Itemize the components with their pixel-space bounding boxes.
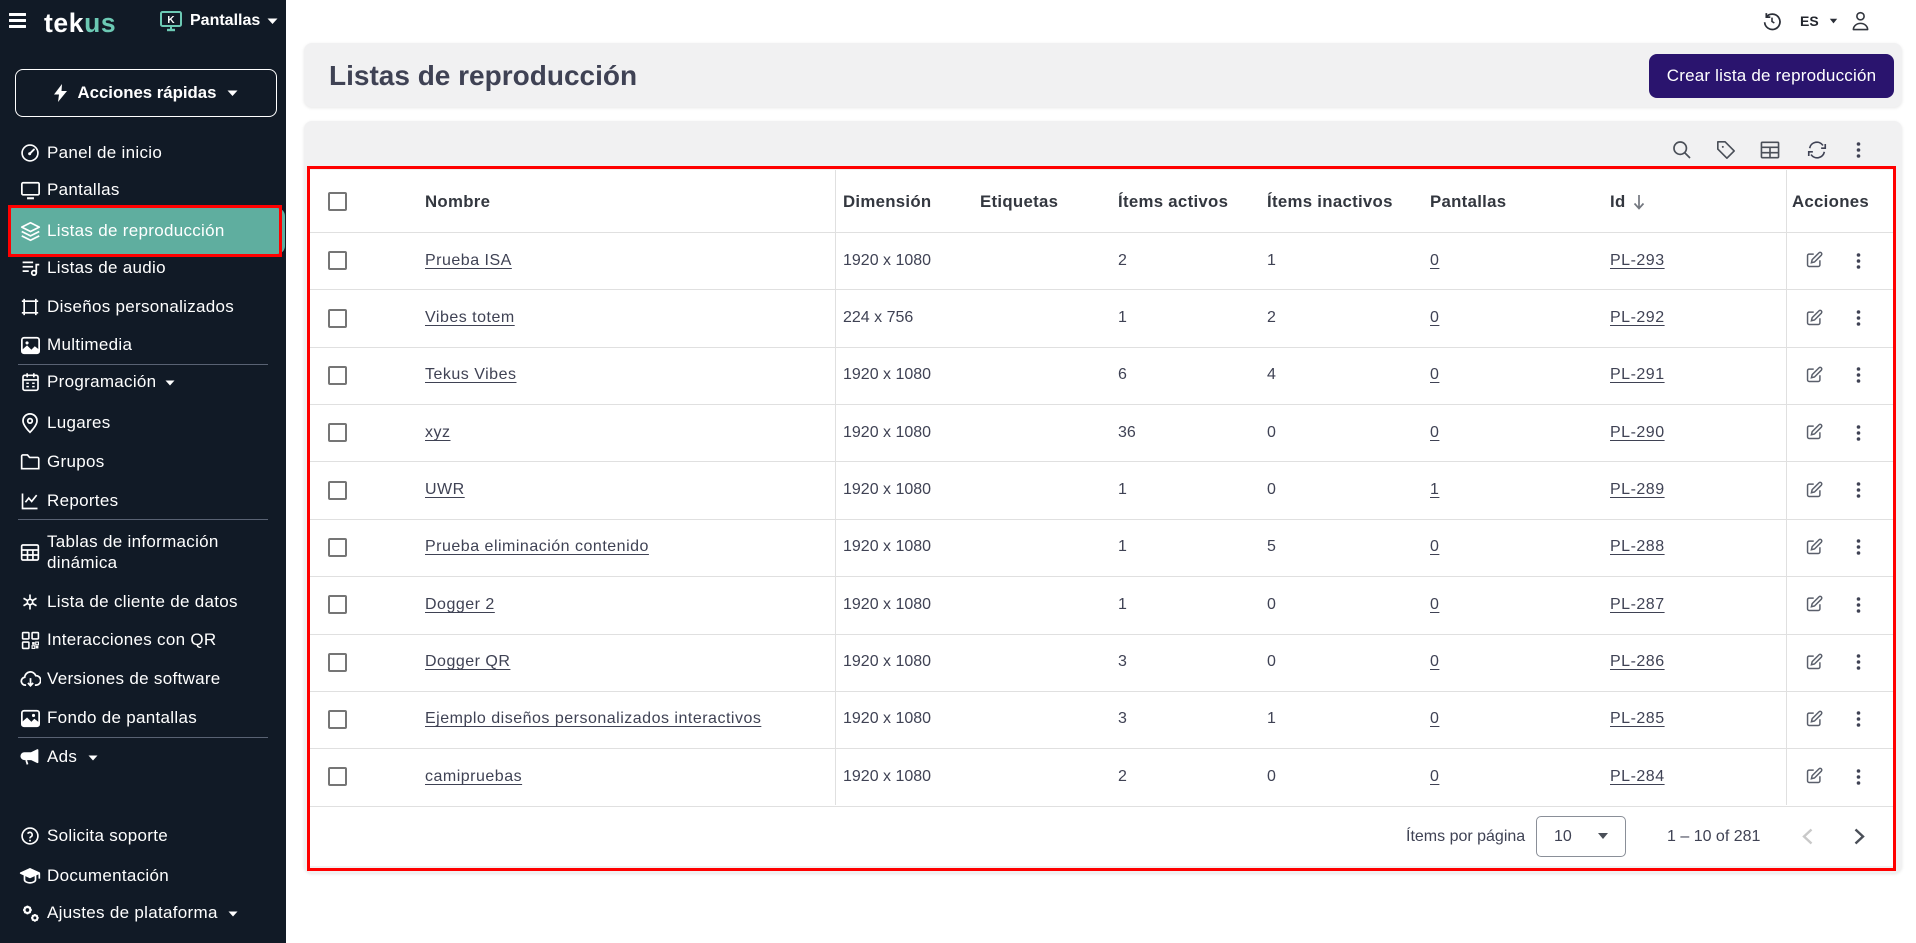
svg-text:K: K — [167, 15, 175, 26]
